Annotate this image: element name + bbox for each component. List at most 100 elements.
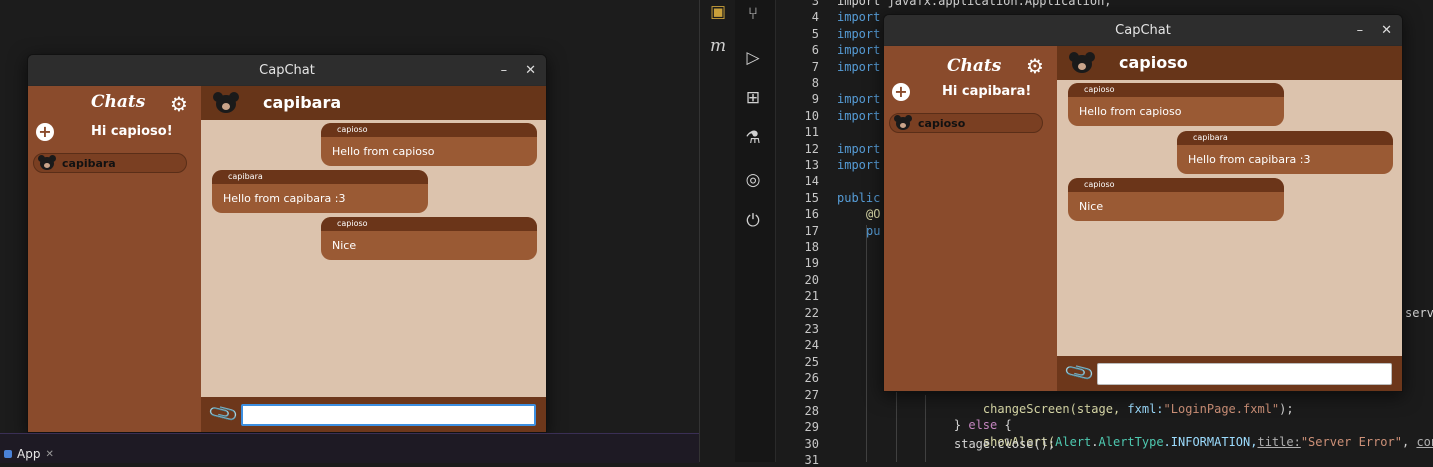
line-number: 13 (804, 158, 819, 172)
chats-sidebar: Chats ⚙ + Hi capioso! capibara (28, 86, 201, 432)
capchat-window-capibara: CapChat – ✕ Chats ⚙ + Hi capibara! capio… (883, 14, 1403, 392)
code-line-17[interactable]: pu (866, 224, 880, 238)
message-input[interactable] (1097, 363, 1392, 385)
remote-wave-icon[interactable]: ◎ (743, 170, 763, 190)
gear-icon[interactable]: ⚙ (1026, 56, 1046, 76)
line-number: 29 (804, 420, 819, 435)
chat-header: capibara (201, 86, 546, 120)
taskbar: App ✕ (0, 433, 699, 463)
power-icon[interactable]: ⏻ (743, 211, 763, 231)
indent-guide (866, 225, 867, 462)
run-debug-icon[interactable]: ▷ (743, 48, 763, 68)
code-token: "LoginPage.fxml" (1163, 402, 1280, 416)
code-line-9[interactable]: import (837, 92, 880, 106)
window-title: CapChat (259, 62, 315, 78)
code-line-16[interactable]: @O (866, 207, 880, 221)
contact-name: capibara (62, 156, 116, 170)
line-number: 30 (804, 436, 819, 451)
code-line-6[interactable]: import (837, 43, 880, 57)
contact-name: capioso (918, 116, 966, 130)
chats-title: Chats (947, 56, 1002, 76)
message-bubble: capioso Nice (1068, 178, 1284, 221)
testing-flask-icon[interactable]: ⚗ (743, 128, 763, 148)
code-line-22-tail[interactable]: serv (1405, 306, 1433, 320)
capchat-window-capioso: CapChat – ✕ Chats ⚙ + Hi capioso! capiba… (27, 54, 547, 433)
code-line-10[interactable]: import (837, 109, 880, 123)
message-text: Nice (1079, 200, 1104, 213)
line-number: 21 (804, 289, 819, 304)
message-sender: capibara (1177, 131, 1393, 145)
source-control-icon[interactable]: ⑂ (743, 4, 763, 24)
message-bubble: capibara Hello from capibara :3 (212, 170, 428, 213)
message-text: Hello from capibara :3 (1188, 153, 1311, 166)
message-sender: capioso (321, 217, 537, 231)
code-line-12[interactable]: import (837, 142, 880, 156)
message-input-bar: 📎 (1057, 355, 1402, 391)
message-sender: capioso (321, 123, 537, 137)
taskbar-close-icon[interactable]: ✕ (45, 449, 53, 460)
code-line-4[interactable]: import (837, 10, 880, 24)
line-number: 10 (804, 108, 819, 123)
code-token: Alert (1055, 435, 1092, 449)
window-titlebar[interactable]: CapChat – ✕ (28, 55, 546, 85)
line-number: 15 (804, 190, 819, 205)
line-number: 12 (804, 141, 819, 156)
line-number: 18 (804, 240, 819, 254)
close-button[interactable]: ✕ (525, 63, 536, 78)
code-token: fxml: (1127, 402, 1164, 416)
contact-item[interactable]: capioso (889, 113, 1043, 133)
message-text: Hello from capioso (1079, 105, 1182, 118)
minimize-button[interactable]: – (501, 63, 508, 78)
code-token: AlertType (1098, 435, 1164, 449)
line-number: 20 (804, 272, 819, 287)
line-number: 9 (811, 92, 819, 107)
message-sender: capioso (1068, 178, 1284, 192)
message-input[interactable] (241, 404, 536, 426)
line-number: 24 (804, 338, 819, 353)
activity-bar: ▣ m (699, 0, 736, 462)
code-line-13[interactable]: import (837, 158, 880, 172)
chat-partner-name: capioso (1119, 53, 1188, 72)
paperclip-icon[interactable]: 📎 (206, 396, 240, 430)
paperclip-icon[interactable]: 📎 (1062, 355, 1096, 389)
code-line-15[interactable]: public (837, 191, 880, 205)
line-number: 4 (811, 10, 819, 25)
code-token: "Server Error" (1300, 435, 1402, 449)
code-token: conten (1416, 435, 1433, 449)
chats-sidebar: Chats ⚙ + Hi capibara! capioso (884, 46, 1057, 391)
line-number: 6 (811, 43, 819, 58)
extensions-icon[interactable]: ⊞ (743, 88, 763, 108)
code-line-5[interactable]: import (837, 27, 880, 41)
gear-icon[interactable]: ⚙ (170, 94, 190, 114)
greeting-text: Hi capibara! (942, 84, 1032, 99)
line-number: 17 (804, 223, 819, 238)
line-number: 27 (804, 387, 819, 402)
line-number: 22 (804, 305, 819, 320)
taskbar-app-item[interactable]: App ✕ (0, 445, 62, 463)
code-token: . (1091, 435, 1099, 449)
message-text: Hello from capibara :3 (223, 192, 346, 205)
minimize-button[interactable]: – (1357, 23, 1364, 38)
chats-title: Chats (91, 92, 146, 112)
code-line-3[interactable]: import javafx.application.Application; (837, 0, 1112, 8)
window-titlebar[interactable]: CapChat – ✕ (884, 15, 1402, 45)
line-number-gutter: 3 4 5 6 7 8 9 10 11 12 13 14 15 16 17 18 19 20 21 22 23 24 25 2… (775, 0, 829, 467)
message-bubble: capioso Hello from capioso (321, 123, 537, 166)
taskbar-app-label: App (17, 447, 41, 461)
message-text: Nice (332, 239, 357, 252)
new-chat-plus-icon[interactable]: + (36, 123, 54, 141)
bear-avatar-icon (38, 155, 56, 171)
bear-avatar-icon (1069, 52, 1095, 74)
message-sender: capibara (212, 170, 428, 184)
line-number: 11 (804, 125, 819, 140)
close-button[interactable]: ✕ (1381, 23, 1392, 38)
new-chat-plus-icon[interactable]: + (892, 83, 910, 101)
contact-item[interactable]: capibara (33, 153, 187, 173)
chat-header: capioso (1057, 46, 1402, 80)
chat-pane: capioso capioso Hello from capioso capib… (1057, 46, 1402, 391)
code-line-7[interactable]: import (837, 60, 880, 74)
package-icon[interactable]: ▣ (708, 2, 728, 22)
code-line-30[interactable]: stage.close(); (954, 437, 1055, 451)
chat-partner-name: capibara (263, 93, 342, 112)
maven-icon[interactable]: m (708, 36, 728, 56)
